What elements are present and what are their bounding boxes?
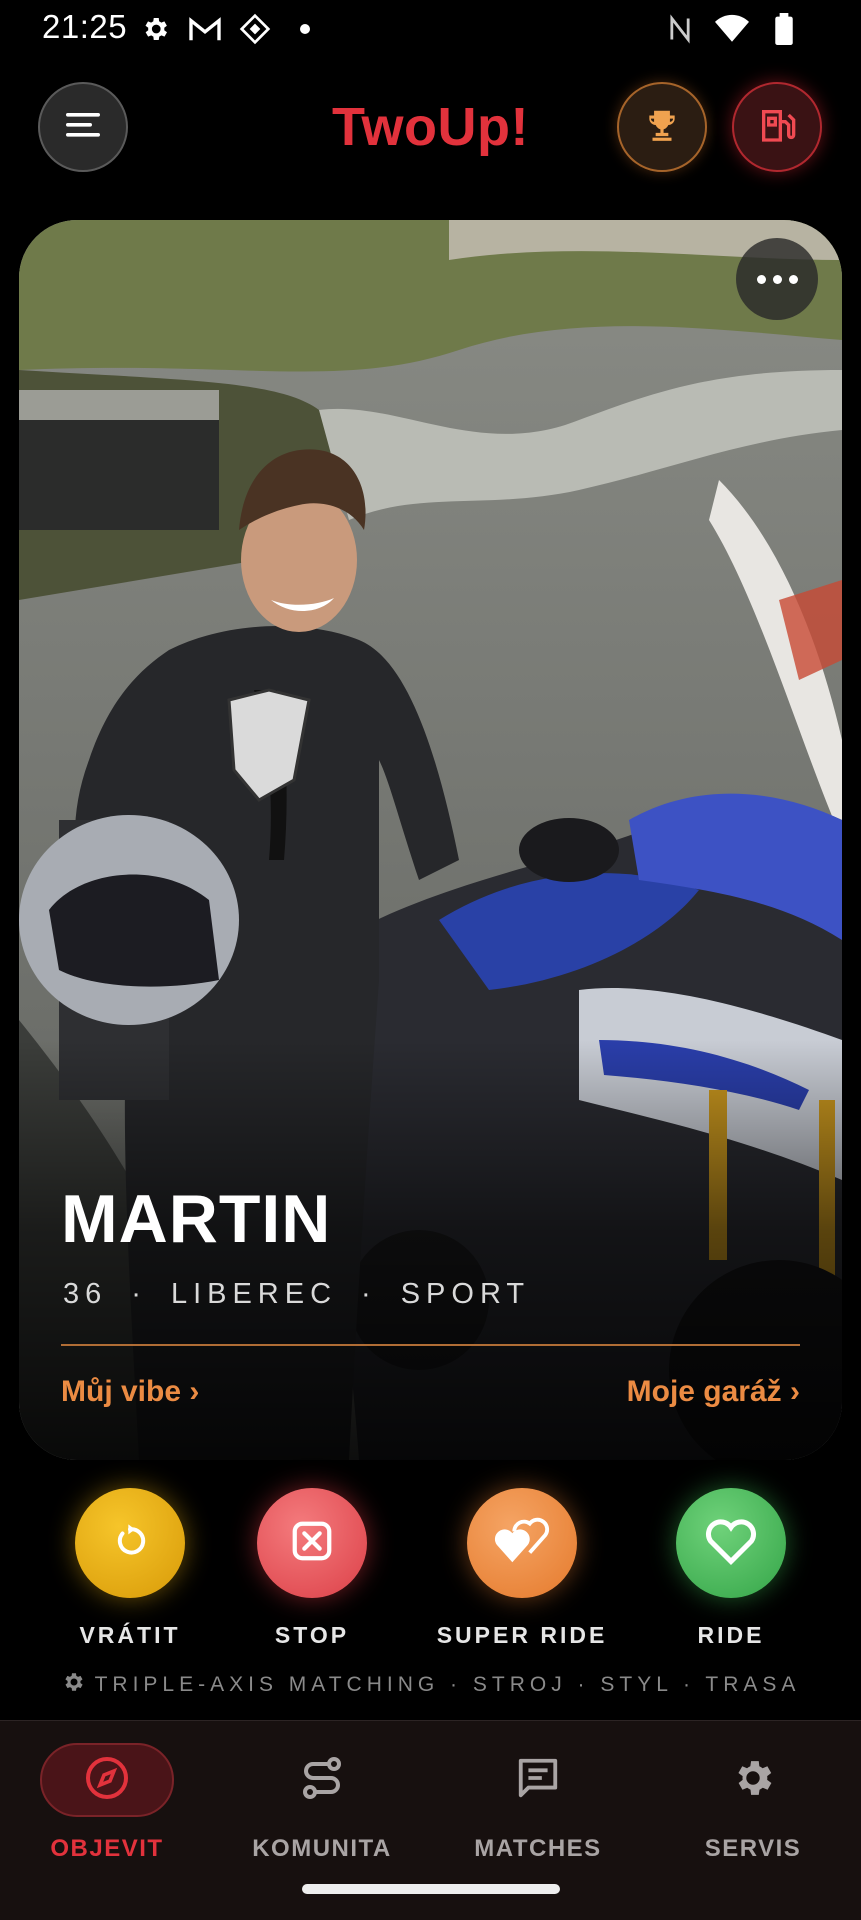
trophy-icon bbox=[643, 106, 681, 149]
double-heart-icon bbox=[493, 1515, 551, 1572]
home-indicator[interactable] bbox=[302, 1884, 560, 1894]
profile-age: 36 bbox=[63, 1278, 108, 1310]
profile-name: MARTIN bbox=[61, 1181, 332, 1257]
close-box-icon bbox=[289, 1518, 335, 1569]
chat-icon bbox=[515, 1755, 561, 1806]
status-time: 21:25 bbox=[42, 8, 128, 45]
more-horizontal-icon bbox=[756, 274, 798, 284]
garage-button[interactable] bbox=[732, 82, 822, 172]
undo-icon bbox=[110, 1521, 150, 1566]
app-header: TwoUp! bbox=[0, 78, 861, 174]
meta-separator: · bbox=[131, 1278, 147, 1310]
more-options-button[interactable] bbox=[736, 238, 818, 320]
nav-label: OBJEVIT bbox=[50, 1835, 164, 1862]
status-left-icons bbox=[138, 12, 322, 46]
stop-circle[interactable] bbox=[257, 1488, 367, 1598]
status-bar: 21:25 bbox=[0, 0, 861, 58]
ride-circle[interactable] bbox=[676, 1488, 786, 1598]
super-ride-circle[interactable] bbox=[467, 1488, 577, 1598]
nav-icon-container[interactable] bbox=[471, 1743, 605, 1817]
nav-objevit[interactable]: OBJEVIT bbox=[7, 1743, 207, 1863]
undo-circle[interactable] bbox=[75, 1488, 185, 1598]
route-icon bbox=[298, 1754, 346, 1807]
undo-label: VRÁTIT bbox=[79, 1622, 181, 1648]
matching-tagline: TRIPLE-AXIS MATCHING · STROJ · STYL · TR… bbox=[0, 1670, 861, 1700]
meta-separator: · bbox=[361, 1278, 377, 1310]
undo-button[interactable]: VRÁTIT bbox=[30, 1488, 230, 1649]
nfc-icon bbox=[663, 12, 697, 46]
ride-label: RIDE bbox=[697, 1622, 765, 1648]
gear-icon bbox=[138, 12, 172, 46]
gear-icon bbox=[61, 1670, 85, 1700]
nav-label: MATCHES bbox=[474, 1835, 602, 1862]
tagline-text: TRIPLE-AXIS MATCHING · STROJ · STYL · TR… bbox=[94, 1673, 801, 1696]
card-divider bbox=[61, 1344, 800, 1346]
nav-icon-container[interactable] bbox=[686, 1743, 820, 1817]
super-ride-label: SUPER RIDE bbox=[436, 1622, 608, 1648]
nav-matches[interactable]: MATCHES bbox=[438, 1743, 638, 1863]
app-icon bbox=[238, 12, 272, 46]
nav-servis[interactable]: SERVIS bbox=[653, 1743, 853, 1863]
my-vibe-link[interactable]: Můj vibe › bbox=[61, 1375, 199, 1409]
notification-dot-icon bbox=[288, 12, 322, 46]
nav-label: KOMUNITA bbox=[252, 1835, 392, 1862]
super-ride-button[interactable]: SUPER RIDE bbox=[422, 1488, 622, 1649]
nav-icon-container[interactable] bbox=[255, 1743, 389, 1817]
gmail-icon bbox=[188, 12, 222, 46]
heart-icon bbox=[703, 1516, 759, 1571]
profile-card[interactable]: MARTIN 36 · LIBEREC · SPORT Můj vibe › M… bbox=[19, 220, 842, 1460]
nav-komunita[interactable]: KOMUNITA bbox=[222, 1743, 422, 1863]
profile-style: SPORT bbox=[400, 1278, 531, 1310]
action-bar: VRÁTIT STOP SUPER RIDE RIDE bbox=[0, 1488, 861, 1658]
profile-meta: 36 · LIBEREC · SPORT bbox=[63, 1278, 530, 1311]
status-right-icons bbox=[663, 12, 801, 46]
gear-icon bbox=[730, 1755, 776, 1806]
leaderboard-button[interactable] bbox=[617, 82, 707, 172]
compass-icon bbox=[83, 1754, 131, 1807]
fuel-pump-icon bbox=[757, 105, 797, 150]
stop-button[interactable]: STOP bbox=[212, 1488, 412, 1649]
nav-icon-container[interactable] bbox=[40, 1743, 174, 1817]
profile-city: LIBEREC bbox=[170, 1278, 338, 1310]
wifi-icon bbox=[715, 12, 749, 46]
battery-icon bbox=[767, 12, 801, 46]
stop-label: STOP bbox=[274, 1622, 350, 1648]
nav-label: SERVIS bbox=[704, 1835, 802, 1862]
my-garage-link[interactable]: Moje garáž › bbox=[627, 1375, 800, 1409]
ride-button[interactable]: RIDE bbox=[631, 1488, 831, 1649]
